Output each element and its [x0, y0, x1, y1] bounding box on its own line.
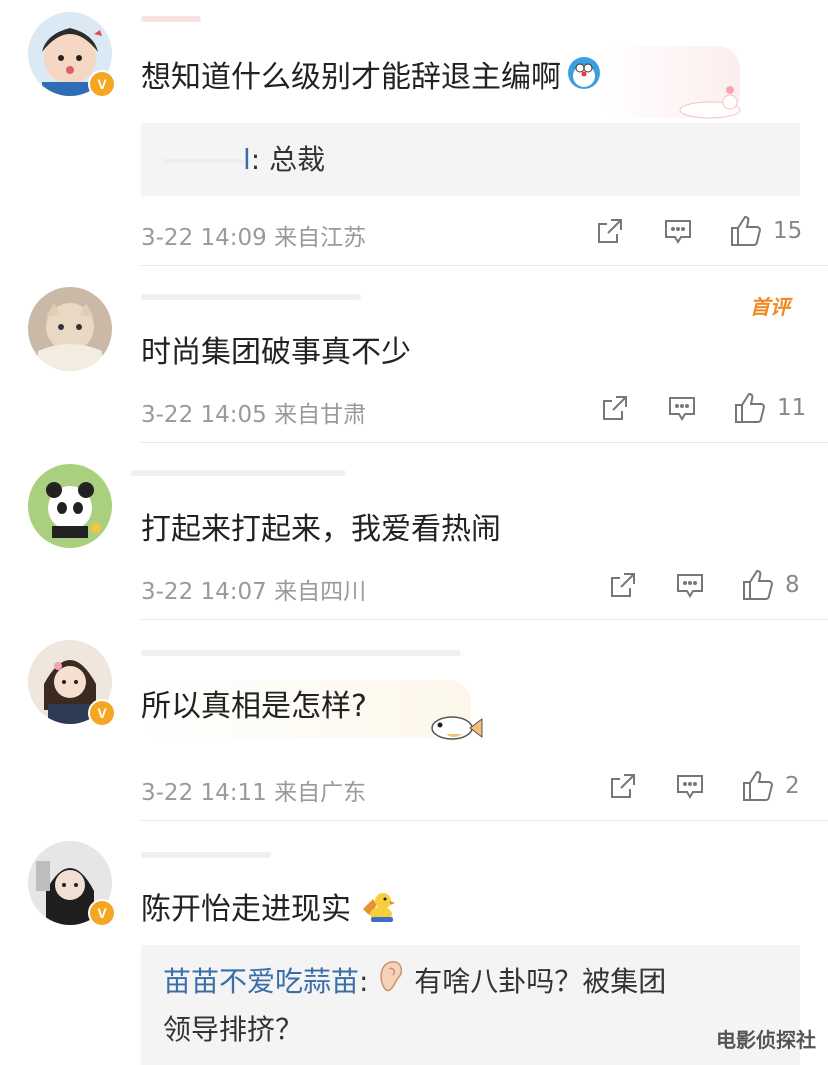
doraemon-emoji-icon — [567, 56, 601, 101]
username-blurred — [141, 16, 201, 22]
like-count: 11 — [777, 395, 807, 421]
comment-text-value: 想知道什么级别才能辞退主编啊 — [141, 60, 561, 95]
comment-text: 打起来打起来，我爱看热闹 — [141, 512, 501, 547]
reply-text-continued: 领导排挤？ — [163, 1013, 304, 1046]
comment-meta: 3-22 14:09 来自江苏 — [141, 225, 367, 251]
comment-button[interactable] — [667, 393, 697, 423]
ear-emoji-icon — [377, 959, 405, 1007]
reply-username-blurred — [163, 159, 243, 163]
comment-meta: 3-22 14:05 来自甘肃 — [141, 402, 367, 428]
comment-button[interactable] — [663, 216, 693, 246]
share-button[interactable] — [608, 570, 638, 600]
watermark: 电影侦探社 — [716, 1028, 816, 1052]
thumbs-up-icon — [731, 215, 762, 246]
comment-text-value: 陈开怡走进现实 — [141, 892, 351, 927]
share-button[interactable] — [608, 771, 638, 801]
comment-button[interactable] — [675, 570, 705, 600]
divider — [141, 820, 828, 821]
thumbs-up-icon — [743, 569, 774, 600]
comment-icon — [665, 220, 691, 244]
comment-text: 所以真相是怎样? — [141, 687, 367, 727]
reply-preview[interactable]: 苗苗不爱吃蒜苗: 有啥八卦吗？被集团 领导排挤？ — [141, 945, 800, 1065]
reply-separator: : — [359, 965, 369, 998]
divider — [141, 619, 828, 620]
reply-text: : 总裁 — [250, 143, 326, 176]
username-blurred — [131, 470, 346, 476]
duck-emoji-icon — [357, 887, 395, 934]
reply-text: 有啥八卦吗？被集团 — [414, 965, 667, 998]
comment-text: 时尚集团破事真不少 — [141, 335, 411, 370]
share-icon — [603, 396, 627, 420]
reply-preview[interactable]: l: 总裁 — [141, 123, 800, 196]
username-blurred — [141, 650, 461, 656]
comment-text-value: 所以真相是怎样? — [141, 689, 367, 724]
verified-badge-icon: V — [88, 899, 116, 927]
avatar[interactable] — [28, 287, 112, 371]
share-icon — [611, 573, 635, 597]
comment-icon — [677, 574, 703, 598]
like-button[interactable]: 2 — [741, 769, 800, 803]
share-icon — [611, 774, 635, 798]
like-count: 8 — [785, 572, 800, 598]
like-button[interactable]: 8 — [741, 568, 800, 602]
verified-badge-icon: V — [88, 70, 116, 98]
divider — [141, 442, 828, 443]
avatar[interactable] — [28, 464, 112, 548]
share-button[interactable] — [600, 393, 630, 423]
first-comment-badge: 首评 — [750, 295, 790, 319]
reply-username[interactable]: l — [243, 143, 251, 176]
like-count: 2 — [785, 773, 800, 799]
like-button[interactable]: 11 — [733, 391, 806, 425]
comment-icon — [677, 775, 703, 799]
username-blurred — [141, 852, 271, 858]
reply-username[interactable]: 苗苗不爱吃蒜苗 — [163, 965, 359, 998]
comment-icon — [669, 397, 695, 421]
like-count: 15 — [773, 218, 803, 244]
reply-line-1: 苗苗不爱吃蒜苗: 有啥八卦吗？被集团 — [163, 959, 800, 1007]
comment-button[interactable] — [675, 771, 705, 801]
fish-sticker-icon — [428, 710, 484, 750]
username-blurred — [141, 294, 361, 300]
comment-text: 陈开怡走进现实 — [141, 887, 395, 934]
comment-text: 想知道什么级别才能辞退主编啊 — [141, 56, 601, 101]
share-icon — [598, 219, 622, 243]
thumbs-up-icon — [743, 770, 774, 801]
divider — [141, 265, 828, 266]
comment-meta: 3-22 14:11 来自广东 — [141, 780, 367, 806]
verified-badge-icon: V — [88, 699, 116, 727]
thumbs-up-icon — [735, 392, 766, 423]
like-button[interactable]: 15 — [729, 214, 802, 248]
share-button[interactable] — [595, 216, 625, 246]
cat-sticker-icon — [672, 84, 742, 124]
comment-meta: 3-22 14:07 来自四川 — [141, 579, 367, 605]
